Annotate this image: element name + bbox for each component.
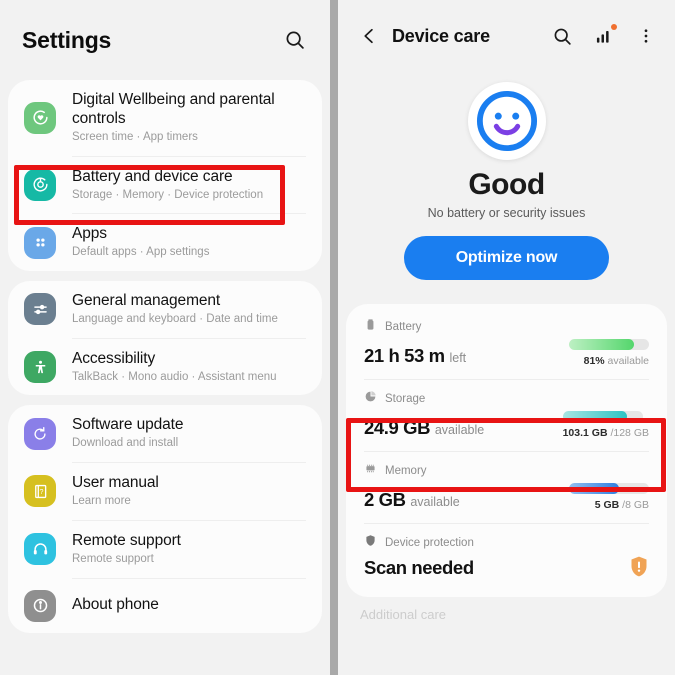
- sidebar-item-label: Battery and device care: [72, 167, 233, 185]
- sidebar-item-label: Software update: [72, 416, 184, 434]
- sidebar-item-digital-wellbeing[interactable]: Digital Wellbeing and parental controls …: [8, 80, 322, 156]
- sidebar-item-remote-support[interactable]: Remote support Remote support: [8, 521, 322, 578]
- device-status-hero: Good No battery or security issues Optim…: [338, 72, 675, 300]
- sidebar-item-sublabel: Remote support: [72, 552, 154, 565]
- sidebar-item-sublabel: Learn more: [72, 495, 131, 508]
- sidebar-item-sublabel: Default apps · App settings: [72, 246, 210, 259]
- sidebar-item-general-management[interactable]: General management Language and keyboard…: [8, 281, 322, 338]
- settings-group-2: General management Language and keyboard…: [8, 281, 322, 396]
- sidebar-item-label: About phone: [72, 596, 159, 614]
- sidebar-item-label: General management: [72, 292, 221, 310]
- apps-grid-icon: [24, 226, 56, 259]
- device-care-panel: Device care Good No battery or security …: [338, 0, 675, 675]
- bar-chart-icon[interactable]: [591, 23, 617, 49]
- status-row-label: Battery: [385, 321, 422, 333]
- device-status-subtitle: No battery or security issues: [427, 206, 586, 220]
- search-icon[interactable]: [549, 23, 575, 49]
- status-row-meter-text: 103.1 GB /128 GB: [562, 427, 649, 439]
- sidebar-item-apps[interactable]: Apps Default apps · App settings: [8, 214, 322, 271]
- status-row-meter: 103.1 GB /128 GB: [562, 411, 649, 439]
- settings-group-3: Software update Download and install ? U…: [8, 405, 322, 633]
- sidebar-item-sublabel: TalkBack · Mono audio · Assistant menu: [72, 370, 277, 383]
- panel-divider: [330, 0, 338, 675]
- sidebar-item-sublabel: Screen time · App timers: [72, 130, 198, 143]
- sidebar-item-user-manual[interactable]: ? User manual Learn more: [8, 463, 322, 520]
- shield-alert-icon: [629, 555, 649, 579]
- progress-bar-fill: [562, 411, 627, 422]
- user-manual-icon: ?: [24, 475, 56, 508]
- notification-badge-dot: [611, 24, 617, 30]
- page-title: Device care: [392, 25, 490, 46]
- status-row-storage[interactable]: Storage 24.9 GB available 103.1 GB /128 …: [346, 380, 667, 451]
- sliders-icon: [24, 293, 56, 326]
- sidebar-item-software-update[interactable]: Software update Download and install: [8, 405, 322, 462]
- sidebar-item-about-phone[interactable]: About phone: [8, 579, 322, 633]
- header-actions: [549, 23, 659, 49]
- progress-bar-track: [562, 411, 643, 422]
- sidebar-item-sublabel: Storage · Memory · Device protection: [72, 188, 264, 201]
- device-status-title: Good: [468, 168, 545, 201]
- progress-bar-fill: [569, 339, 634, 350]
- memory-chip-icon: [364, 462, 377, 480]
- optimize-now-button[interactable]: Optimize now: [403, 236, 610, 280]
- status-row-unit: available: [410, 495, 460, 509]
- status-row-battery[interactable]: Battery 21 h 53 m left 81% available: [346, 308, 667, 379]
- search-icon[interactable]: [282, 27, 308, 53]
- sidebar-item-accessibility[interactable]: Accessibility TalkBack · Mono audio · As…: [8, 339, 322, 396]
- settings-panel: Settings Digital Wellbeing and parental …: [0, 0, 330, 675]
- status-row-device-protection[interactable]: Device protection Scan needed: [346, 524, 667, 591]
- shield-icon: [364, 534, 377, 552]
- status-row-meter-text: 5 GB /8 GB: [594, 499, 649, 511]
- status-row-value: Scan needed: [364, 557, 474, 578]
- more-vertical-icon[interactable]: [633, 23, 659, 49]
- sidebar-item-sublabel: Language and keyboard · Date and time: [72, 312, 278, 325]
- sidebar-item-label: Apps: [72, 225, 107, 243]
- device-care-header: Device care: [338, 0, 675, 72]
- status-row-unit: available: [434, 423, 485, 437]
- page-title: Settings: [22, 26, 112, 53]
- status-row-label: Memory: [385, 465, 427, 477]
- sidebar-item-label: User manual: [72, 474, 159, 492]
- headset-icon: [24, 533, 56, 566]
- status-row-meter: 81% available: [569, 339, 649, 367]
- device-status-card: Battery 21 h 53 m left 81% available Sto…: [346, 304, 667, 597]
- battery-care-icon: [24, 168, 56, 201]
- settings-group-1: Digital Wellbeing and parental controls …: [8, 80, 322, 272]
- storage-pie-icon: [364, 390, 377, 408]
- status-row-value: 2 GB available: [364, 489, 460, 510]
- settings-header: Settings: [0, 0, 330, 80]
- sidebar-item-label: Digital Wellbeing and parental controls: [72, 91, 275, 127]
- info-icon: [24, 589, 56, 622]
- software-update-icon: [24, 417, 56, 450]
- progress-bar-track: [569, 339, 649, 350]
- status-row-meter-text: 81% available: [583, 355, 649, 367]
- status-row-value: 21 h 53 m left: [364, 345, 467, 366]
- status-row-value: 24.9 GB available: [364, 417, 485, 438]
- additional-care-label: Additional care: [360, 607, 446, 622]
- sidebar-item-label: Remote support: [72, 531, 181, 549]
- status-row-memory[interactable]: Memory 2 GB available 5 GB /8 GB: [346, 452, 667, 523]
- chevron-left-icon[interactable]: [356, 23, 382, 49]
- sidebar-item-battery-and-device-care[interactable]: Battery and device care Storage · Memory…: [8, 157, 322, 214]
- sidebar-item-sublabel: Download and install: [72, 437, 179, 450]
- svg-text:?: ?: [39, 488, 43, 496]
- smiley-face-icon: [467, 82, 546, 160]
- status-row-meter: 5 GB /8 GB: [569, 483, 649, 511]
- status-row-label: Device protection: [385, 537, 474, 549]
- battery-icon: [364, 318, 377, 336]
- status-row-unit: left: [449, 351, 467, 365]
- heart-circle-icon: [24, 101, 56, 134]
- status-row-label: Storage: [385, 393, 426, 405]
- screenshot-root: Settings Digital Wellbeing and parental …: [0, 0, 675, 675]
- accessibility-person-icon: [24, 351, 56, 384]
- sidebar-item-label: Accessibility: [72, 349, 156, 367]
- progress-bar-fill: [569, 483, 619, 494]
- progress-bar-track: [569, 483, 649, 494]
